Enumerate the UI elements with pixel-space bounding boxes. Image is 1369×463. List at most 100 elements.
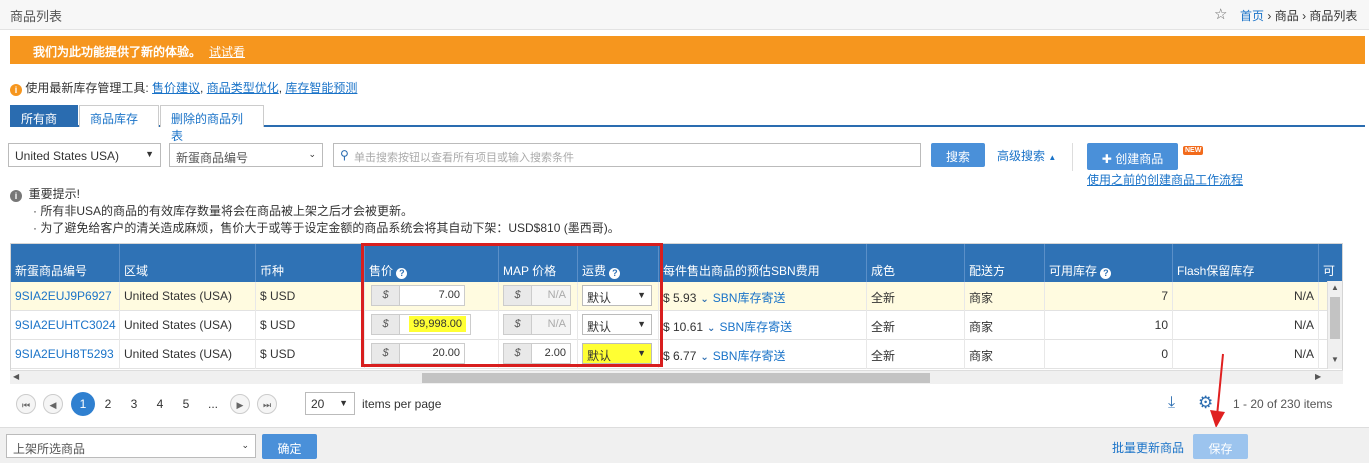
region-cell: United States (USA)	[120, 340, 256, 369]
scroll-right-icon[interactable]: ▶	[1315, 372, 1321, 381]
breadcrumb-section[interactable]: 商品	[1275, 9, 1299, 23]
condition-cell: 全新	[867, 340, 965, 369]
old-create-flow-link[interactable]: 使用之前的创建商品工作流程	[1087, 171, 1243, 188]
sku-link[interactable]: 9SIA2EUJ9P6927	[11, 282, 120, 311]
tab-all-items[interactable]: 所有商品	[10, 105, 78, 143]
col-header-sku[interactable]: 新蛋商品编号	[11, 244, 120, 282]
confirm-button[interactable]: 确定	[262, 434, 317, 459]
caret-up-icon: ▲	[1048, 153, 1057, 162]
save-button[interactable]: 保存	[1193, 434, 1248, 459]
page-3[interactable]: 3	[124, 394, 144, 414]
chevron-down-icon[interactable]: ⌄	[700, 294, 708, 305]
sku-link[interactable]: 9SIA2EUH8T5293	[11, 340, 120, 369]
condition-cell: 全新	[867, 311, 965, 340]
tab-inventory[interactable]: 商品库存	[79, 105, 159, 127]
table-row[interactable]: 9SIA2EUHTC3024 United States (USA) $ USD…	[11, 311, 1342, 340]
bottom-action-bar: 上架所选商品 ⌄ 确定 批量更新商品 保存	[0, 427, 1369, 463]
col-header-region[interactable]: 区域	[120, 244, 256, 282]
page-1[interactable]: 1	[71, 392, 95, 416]
scroll-down-icon[interactable]: ▼	[1331, 355, 1339, 364]
star-icon[interactable]: ☆	[1214, 5, 1227, 23]
col-header-stock-label: 可用库存	[1049, 264, 1098, 278]
bulk-action-select[interactable]: 上架所选商品 ⌄	[6, 434, 256, 458]
bulk-update-link[interactable]: 批量更新商品	[1112, 439, 1184, 456]
notice-line: · 所有非USA的商品的有效库存数量将会在商品被上架之后才会被更新。	[33, 204, 414, 218]
advanced-search-label: 高级搜索	[997, 149, 1046, 163]
last-page-icon[interactable]: ⏭	[257, 394, 277, 414]
col-header-flash-stock[interactable]: Flash保留库存	[1173, 244, 1319, 282]
next-page-icon[interactable]: ▶	[230, 394, 250, 414]
col-header-fulfillment[interactable]: 配送方	[965, 244, 1045, 282]
field-select[interactable]: 新蛋商品编号 ⌄	[169, 143, 323, 167]
col-header-condition[interactable]: 成色	[867, 244, 965, 282]
search-icon: ⚲	[340, 148, 349, 162]
sbn-ship-link[interactable]: SBN库存寄送	[713, 349, 786, 363]
search-input[interactable]: ⚲ 单击搜索按钮以查看所有项目或输入搜索条件	[333, 143, 921, 167]
tools-prefix: 使用最新库存管理工具:	[25, 81, 149, 95]
page-more[interactable]: ...	[203, 394, 223, 414]
sku-text[interactable]: 9SIA2EUJ9P6927	[15, 289, 112, 303]
promo-text: 我们为此功能提供了新的体验。	[33, 45, 202, 59]
sbn-fee-value: $ 10.61	[663, 320, 704, 334]
region-cell: United States (USA)	[120, 311, 256, 340]
divider	[1072, 143, 1073, 171]
tab-deleted-items[interactable]: 删除的商品列表	[160, 105, 264, 143]
notice-block: i 重要提示! · 所有非USA的商品的有效库存数量将会在商品被上架之后才会被更…	[10, 186, 620, 237]
caret-down-icon: ▼	[145, 149, 154, 159]
advanced-search-link[interactable]: 高级搜索 ▲	[997, 147, 1056, 164]
sbn-fee-cell: $ 6.77 ⌄ SBN库存寄送	[659, 340, 867, 369]
col-header-more[interactable]: 可	[1319, 244, 1342, 282]
new-badge: NEW	[1183, 146, 1204, 155]
prev-page-icon[interactable]: ◀	[43, 394, 63, 414]
tool-link-category-optimize[interactable]: 商品类型优化	[207, 81, 279, 95]
chevron-down-icon[interactable]: ⌄	[707, 323, 715, 334]
search-button[interactable]: 搜索	[931, 143, 985, 167]
info-icon: i	[10, 84, 22, 96]
flash-stock-cell: N/A	[1173, 311, 1319, 340]
condition-cell: 全新	[867, 282, 965, 311]
page-2[interactable]: 2	[98, 394, 118, 414]
breadcrumb: 首页 › 商品 › 商品列表	[1240, 7, 1357, 24]
horizontal-scrollbar[interactable]: ◀ ▶	[10, 370, 1343, 384]
create-item-button[interactable]: ✚ 创建商品	[1087, 143, 1178, 170]
sbn-ship-link[interactable]: SBN库存寄送	[713, 291, 786, 305]
country-select[interactable]: United States USA) ▼	[8, 143, 161, 167]
per-page-label: items per page	[362, 397, 442, 411]
promo-try-link[interactable]: 试试看	[209, 45, 245, 59]
scroll-up-icon[interactable]: ▲	[1331, 283, 1339, 292]
page-5[interactable]: 5	[176, 394, 196, 414]
stock-cell: 0	[1045, 340, 1173, 369]
vertical-scrollbar[interactable]: ▲ ▼	[1327, 281, 1342, 369]
vertical-scroll-thumb[interactable]	[1330, 297, 1340, 339]
first-page-icon[interactable]: ⏮	[16, 394, 36, 414]
page-4[interactable]: 4	[150, 394, 170, 414]
col-header-available-stock[interactable]: 可用库存 ?	[1045, 244, 1173, 282]
sku-text[interactable]: 9SIA2EUHTC3024	[15, 318, 116, 332]
sku-link[interactable]: 9SIA2EUHTC3024	[11, 311, 120, 340]
breadcrumb-home[interactable]: 首页	[1240, 9, 1264, 23]
horizontal-scroll-thumb[interactable]	[422, 373, 930, 383]
items-table: 新蛋商品编号 区域 币种 售价 ? MAP 价格 运费 ? 每件售出商品的预估S…	[10, 243, 1343, 373]
table-row[interactable]: 9SIA2EUJ9P6927 United States (USA) $ USD…	[11, 282, 1342, 311]
download-icon[interactable]: ⤓	[1168, 394, 1175, 412]
breadcrumb-current: 商品列表	[1309, 9, 1358, 23]
tab-bar: 所有商品 商品库存 删除的商品列表	[10, 105, 1365, 143]
promo-banner: 我们为此功能提供了新的体验。 试试看	[10, 36, 1365, 64]
breadcrumb-sep-icon: ›	[1267, 9, 1275, 23]
tool-link-stock-forecast[interactable]: 库存智能预测	[285, 81, 357, 95]
sbn-ship-link[interactable]: SBN库存寄送	[719, 320, 792, 334]
notice-line: · 为了避免给客户的清关造成麻烦，售价大于或等于设定金额的商品系统会将其自动下架…	[33, 221, 620, 235]
sku-text[interactable]: 9SIA2EUH8T5293	[15, 347, 114, 361]
fulfillment-cell: 商家	[965, 311, 1045, 340]
page-title: 商品列表	[10, 9, 63, 24]
chevron-down-icon[interactable]: ⌄	[700, 352, 708, 363]
scroll-left-icon[interactable]: ◀	[13, 372, 19, 381]
col-header-currency[interactable]: 币种	[256, 244, 365, 282]
search-placeholder: 单击搜索按钮以查看所有项目或输入搜索条件	[354, 152, 574, 164]
help-icon[interactable]: ?	[1100, 268, 1112, 279]
sbn-fee-cell: $ 5.93 ⌄ SBN库存寄送	[659, 282, 867, 311]
col-header-sbn-fee[interactable]: 每件售出商品的预估SBN费用	[659, 244, 867, 282]
table-row[interactable]: 9SIA2EUH8T5293 United States (USA) $ USD…	[11, 340, 1342, 369]
tool-link-price-suggest[interactable]: 售价建议	[152, 81, 200, 95]
per-page-select[interactable]: 20 ▼	[305, 392, 355, 415]
